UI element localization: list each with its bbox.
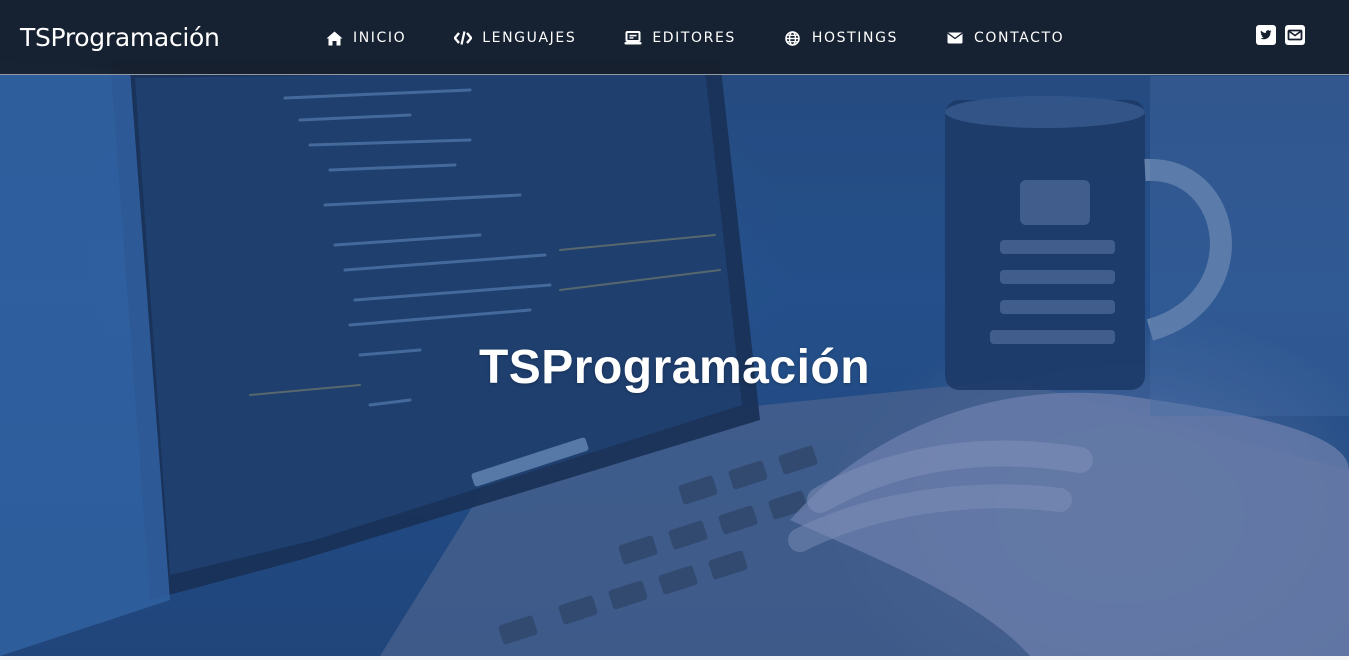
home-icon (325, 29, 343, 47)
nav-item-label: INICIO (353, 30, 407, 46)
hero-section: TSProgramación (0, 0, 1349, 656)
main-menu: INICIO LENGUAJES EDITORES HOSTINGS CONTA… (325, 26, 1112, 50)
laptop-icon (624, 29, 642, 47)
nav-item-label: CONTACTO (974, 30, 1065, 46)
page: TSProgramación TSProgramación INICIO LEN… (0, 0, 1349, 660)
page-bottom-edge (0, 656, 1349, 660)
nav-item-label: HOSTINGS (811, 30, 899, 46)
envelope-square-icon (1285, 24, 1305, 50)
nav-item-inicio[interactable]: INICIO (325, 26, 406, 50)
nav-item-lenguajes[interactable]: LENGUAJES (454, 26, 576, 50)
code-icon (454, 29, 473, 47)
hero-title: TSProgramación (478, 341, 871, 394)
nav-item-editores[interactable]: EDITORES (624, 26, 736, 50)
nav-item-label: EDITORES (652, 30, 736, 46)
hero-overlay (0, 0, 1349, 656)
nav-item-label: LENGUAJES (482, 30, 577, 46)
twitter-link[interactable] (1256, 24, 1276, 50)
twitter-icon (1256, 24, 1276, 50)
top-navbar: TSProgramación INICIO LENGUAJES EDITORES… (0, 0, 1349, 75)
globe-icon (784, 29, 802, 47)
email-link[interactable] (1285, 24, 1305, 50)
nav-item-contacto[interactable]: CONTACTO (946, 26, 1064, 50)
social-links (1256, 24, 1305, 50)
nav-item-hostings[interactable]: HOSTINGS (784, 26, 898, 50)
envelope-icon (946, 29, 964, 47)
brand-logo-link[interactable]: TSProgramación (20, 20, 220, 56)
